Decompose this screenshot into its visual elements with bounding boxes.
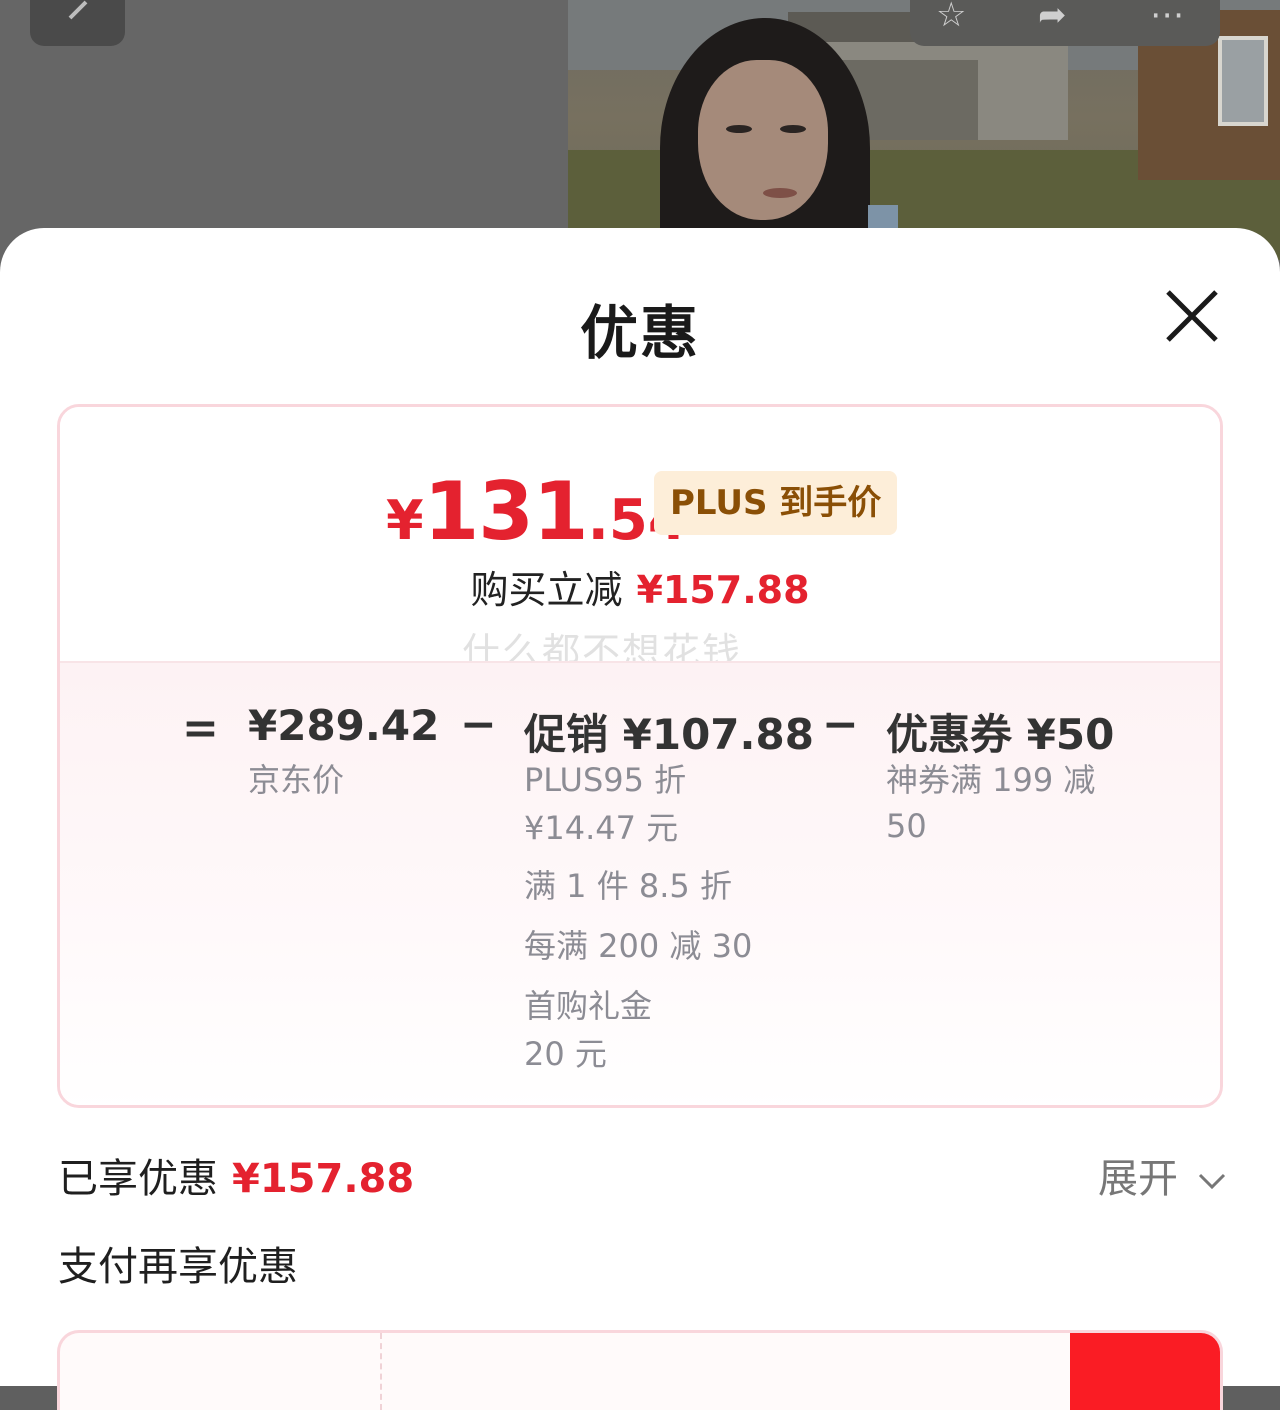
coupon-detail: 50	[886, 807, 927, 845]
expand-label: 展开	[1098, 1156, 1178, 1202]
promotion-detail: 每满 200 减 30	[524, 927, 753, 965]
jd-price-amount: ¥289.42	[248, 701, 440, 750]
payment-discount-heading: 支付再享优惠	[58, 1244, 298, 1290]
payment-offer-card[interactable]	[57, 1330, 1223, 1410]
final-price-currency: ¥	[386, 489, 424, 552]
discount-sheet: 优惠 ¥131.54 PLUS 到手价 购买立减 ¥157.88 什么都不想花钱 …	[0, 228, 1280, 1410]
promotion-title: 促销 ¥107.88	[524, 710, 814, 759]
coupon-detail: 神券满 199 减	[886, 761, 1096, 799]
close-icon	[1166, 290, 1218, 342]
chevron-left-icon	[68, 0, 88, 20]
star-icon[interactable]: ☆	[936, 0, 966, 32]
share-icon[interactable]: ➦	[1038, 0, 1067, 32]
promotion-detail: 首购礼金	[524, 987, 653, 1025]
payment-offer-button[interactable]	[1070, 1333, 1220, 1410]
instant-discount-label: 购买立减	[470, 568, 623, 612]
minus-sign: −	[822, 699, 859, 750]
promotion-detail: 20 元	[524, 1035, 607, 1073]
plus-price-badge: PLUS 到手价	[654, 471, 898, 535]
more-icon[interactable]: ⋯	[1150, 0, 1184, 32]
final-price-integer: 131	[423, 465, 589, 558]
expand-button[interactable]: 展开	[1098, 1146, 1227, 1204]
promotion-detail: ¥14.47 元	[524, 809, 679, 847]
close-button[interactable]	[1162, 286, 1222, 346]
promotion-detail: PLUS95 折	[524, 761, 687, 799]
enjoyed-discount: 已享优惠 ¥157.88	[58, 1146, 414, 1204]
chevron-down-icon	[1198, 1173, 1225, 1190]
price-summary: ¥131.54 PLUS 到手价 购买立减 ¥157.88 什么都不想花钱	[60, 407, 1220, 674]
enjoyed-discount-value: ¥157.88	[232, 1156, 415, 1202]
instant-discount-value: ¥157.88	[636, 568, 810, 612]
jd-price-label: 京东价	[248, 761, 345, 799]
minus-sign: −	[460, 699, 497, 750]
coupon-title: 优惠券 ¥50	[886, 710, 1115, 759]
sheet-title: 优惠	[579, 299, 700, 367]
instant-discount: 购买立减 ¥157.88	[60, 559, 1220, 614]
card-divider	[380, 1333, 382, 1410]
equals-sign: =	[182, 703, 219, 754]
final-price: ¥131.54	[386, 465, 687, 558]
top-action-bar: ☆ ➦ ⋯	[910, 0, 1220, 46]
promotion-detail: 满 1 件 8.5 折	[524, 867, 732, 905]
price-breakdown-card: ¥131.54 PLUS 到手价 购买立减 ¥157.88 什么都不想花钱 = ¥…	[57, 404, 1223, 1108]
price-formula: = ¥289.42 京东价 − 促销 ¥107.88 PLUS95 折 ¥14.…	[60, 661, 1220, 1105]
enjoyed-discount-label: 已享优惠	[58, 1156, 218, 1202]
back-button[interactable]	[30, 0, 125, 46]
